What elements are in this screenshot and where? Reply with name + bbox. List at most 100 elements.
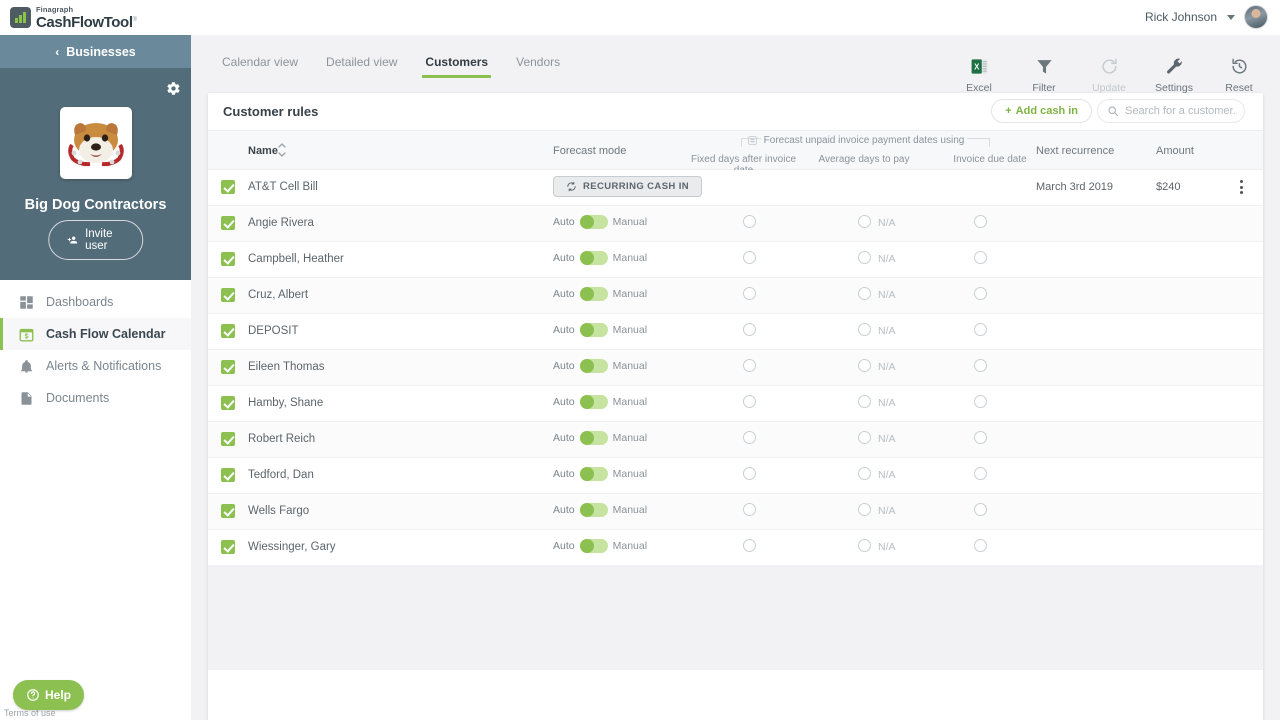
sidebar-item-dashboards[interactable]: Dashboards (0, 286, 191, 318)
forecast-mode-toggle-group[interactable]: Auto Manual (553, 359, 647, 373)
forecast-mode-toggle-group[interactable]: Auto Manual (553, 395, 647, 409)
row-checkbox[interactable] (221, 216, 235, 230)
sidebar-item-cash-flow-calendar[interactable]: $ Cash Flow Calendar (0, 318, 191, 350)
radio-average-days[interactable] (858, 287, 871, 300)
radio-fixed-days[interactable] (743, 323, 756, 336)
help-button[interactable]: Help (13, 680, 84, 710)
row-checkbox[interactable] (221, 504, 235, 518)
row-checkbox[interactable] (221, 252, 235, 266)
row-checkbox[interactable] (221, 288, 235, 302)
radio-invoice-due[interactable] (974, 539, 987, 552)
radio-average-days[interactable] (858, 251, 871, 264)
row-checkbox[interactable] (221, 540, 235, 554)
businesses-back-button[interactable]: ‹ Businesses (0, 35, 191, 68)
auto-manual-toggle[interactable] (579, 539, 608, 553)
auto-manual-toggle[interactable] (579, 395, 608, 409)
brand-logo[interactable]: Finagraph CashFlowTool® (10, 6, 137, 30)
gear-icon[interactable] (166, 81, 181, 96)
radio-average-days[interactable] (858, 323, 871, 336)
auto-manual-toggle[interactable] (579, 323, 608, 337)
table-row[interactable]: Hamby, Shane Auto Manual N/A (208, 386, 1263, 422)
forecast-mode-toggle-group[interactable]: Auto Manual (553, 323, 647, 337)
radio-fixed-days[interactable] (743, 539, 756, 552)
radio-fixed-days[interactable] (743, 467, 756, 480)
row-checkbox[interactable] (221, 432, 235, 446)
sidebar-item-alerts-notifications[interactable]: Alerts & Notifications (0, 350, 191, 382)
radio-invoice-due[interactable] (974, 395, 987, 408)
row-checkbox[interactable] (221, 360, 235, 374)
radio-average-days[interactable] (858, 359, 871, 372)
table-row[interactable]: Wells Fargo Auto Manual N/A (208, 494, 1263, 530)
tab-vendors[interactable]: Vendors (502, 49, 574, 78)
radio-fixed-days[interactable] (743, 215, 756, 228)
radio-invoice-due[interactable] (974, 287, 987, 300)
invite-user-button[interactable]: Invite user (47, 220, 144, 260)
radio-average-days[interactable] (858, 503, 871, 516)
sidebar-item-documents[interactable]: Documents (0, 382, 191, 414)
table-row[interactable]: Tedford, Dan Auto Manual N/A (208, 458, 1263, 494)
forecast-mode-toggle-group[interactable]: Auto Manual (553, 467, 647, 481)
radio-fixed-days[interactable] (743, 431, 756, 444)
more-vertical-icon[interactable] (1234, 176, 1248, 198)
update-button[interactable]: Update (1086, 55, 1132, 94)
radio-average-days[interactable] (858, 431, 871, 444)
radio-invoice-due[interactable] (974, 503, 987, 516)
auto-manual-toggle[interactable] (579, 287, 608, 301)
tab-calendar-view[interactable]: Calendar view (208, 49, 312, 78)
table-row[interactable]: AT&T Cell Bill RECURRING CASH IN March 3… (208, 170, 1263, 206)
radio-invoice-due[interactable] (974, 323, 987, 336)
row-checkbox[interactable] (221, 324, 235, 338)
forecast-mode-toggle-group[interactable]: Auto Manual (553, 287, 647, 301)
reset-button[interactable]: Reset (1216, 55, 1262, 94)
auto-manual-toggle[interactable] (579, 503, 608, 517)
radio-invoice-due[interactable] (974, 251, 987, 264)
table-row[interactable]: Wiessinger, Gary Auto Manual N/A (208, 530, 1263, 566)
auto-manual-toggle[interactable] (579, 359, 608, 373)
radio-invoice-due[interactable] (974, 359, 987, 372)
forecast-mode-toggle-group[interactable]: Auto Manual (553, 215, 647, 229)
radio-average-days[interactable] (858, 467, 871, 480)
radio-average-days[interactable] (858, 395, 871, 408)
table-row[interactable]: Angie Rivera Auto Manual N/A (208, 206, 1263, 242)
avatar[interactable] (1244, 5, 1268, 29)
tab-customers[interactable]: Customers (411, 49, 502, 78)
auto-manual-toggle[interactable] (579, 215, 608, 229)
table-row[interactable]: Robert Reich Auto Manual N/A (208, 422, 1263, 458)
forecast-mode-toggle-group[interactable]: Auto Manual (553, 503, 647, 517)
row-checkbox[interactable] (221, 396, 235, 410)
table-row[interactable]: DEPOSIT Auto Manual N/A (208, 314, 1263, 350)
radio-average-days[interactable] (858, 215, 871, 228)
forecast-mode-toggle-group[interactable]: Auto Manual (553, 539, 647, 553)
radio-fixed-days[interactable] (743, 395, 756, 408)
radio-fixed-days[interactable] (743, 359, 756, 372)
auto-manual-toggle[interactable] (579, 431, 608, 445)
auto-manual-toggle[interactable] (579, 467, 608, 481)
radio-invoice-due[interactable] (974, 215, 987, 228)
radio-fixed-days[interactable] (743, 251, 756, 264)
sort-updown-icon[interactable] (278, 141, 286, 159)
row-checkbox[interactable] (221, 180, 235, 194)
auto-manual-toggle[interactable] (579, 251, 608, 265)
search-input[interactable] (1125, 105, 1237, 117)
search-icon (1108, 106, 1119, 117)
radio-invoice-due[interactable] (974, 431, 987, 444)
search-box[interactable] (1097, 99, 1245, 123)
recurring-cash-in-badge[interactable]: RECURRING CASH IN (553, 176, 703, 197)
table-row[interactable]: Cruz, Albert Auto Manual N/A (208, 278, 1263, 314)
settings-button[interactable]: Settings (1151, 55, 1197, 94)
filter-button[interactable]: Filter (1021, 55, 1067, 94)
excel-button[interactable]: X Excel (956, 55, 1002, 94)
radio-invoice-due[interactable] (974, 467, 987, 480)
table-row[interactable]: Eileen Thomas Auto Manual N/A (208, 350, 1263, 386)
table-row[interactable]: Campbell, Heather Auto Manual N/A (208, 242, 1263, 278)
radio-fixed-days[interactable] (743, 287, 756, 300)
forecast-mode-toggle-group[interactable]: Auto Manual (553, 251, 647, 265)
wrench-icon (1151, 55, 1197, 77)
forecast-mode-toggle-group[interactable]: Auto Manual (553, 431, 647, 445)
tab-detailed-view[interactable]: Detailed view (312, 49, 411, 78)
radio-fixed-days[interactable] (743, 503, 756, 516)
add-cash-in-button[interactable]: + Add cash in (991, 99, 1092, 123)
row-checkbox[interactable] (221, 468, 235, 482)
user-menu[interactable]: Rick Johnson (1145, 5, 1268, 29)
radio-average-days[interactable] (858, 539, 871, 552)
